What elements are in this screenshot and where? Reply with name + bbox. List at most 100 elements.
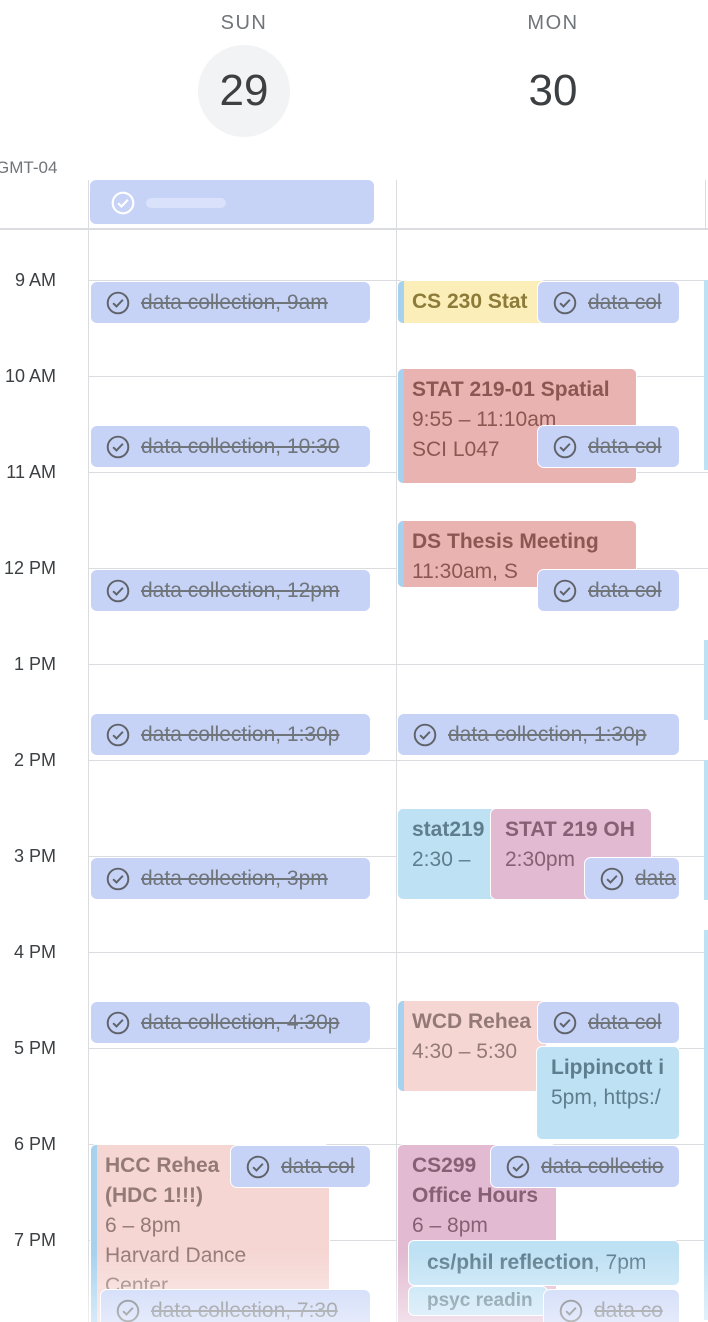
event-title: stat219 <box>412 818 485 841</box>
event-cs230[interactable]: CS 230 Stat <box>397 280 547 324</box>
column-divider <box>705 180 706 230</box>
redacted-title <box>146 198 226 208</box>
hour-label: 12 PM <box>3 558 56 578</box>
hour-gridline <box>88 952 708 953</box>
check-circle-icon <box>245 1154 271 1180</box>
hour-label: 9 AM <box>14 270 56 290</box>
check-circle-icon <box>105 722 131 748</box>
event-time: , 7pm <box>593 1251 647 1274</box>
event-time: 5pm, https:/ <box>551 1086 661 1109</box>
check-circle-icon <box>105 866 131 892</box>
event-wcd-rehearsal[interactable]: WCD Rehea 4:30 – 5:30 <box>397 1000 547 1092</box>
day-number[interactable]: 30 <box>507 45 599 137</box>
event-title: DS Thesis Meeting <box>412 530 599 553</box>
check-circle-icon <box>599 866 625 892</box>
next-day-event-edge <box>704 760 708 900</box>
day-of-week: SUN <box>220 12 268 34</box>
event-title: Lippincott i <box>551 1056 665 1079</box>
hour-label: 3 PM <box>13 846 56 866</box>
task-title: data col <box>588 1010 662 1034</box>
day-number[interactable]: 29 <box>198 45 290 137</box>
task-title: data col <box>588 290 662 314</box>
event-stat219-lab[interactable]: stat219 2:30 – <box>397 808 497 900</box>
check-circle-icon <box>105 1010 131 1036</box>
timezone-label: GMT-04 <box>0 158 58 177</box>
mon-task-chip[interactable]: data co <box>543 1289 680 1322</box>
check-circle-icon <box>105 434 131 460</box>
event-color-bar <box>398 369 404 483</box>
event-color-bar <box>398 1001 404 1091</box>
check-circle-icon <box>552 290 578 316</box>
event-psyc-reading[interactable]: psyc readin <box>408 1286 548 1316</box>
check-circle-icon <box>105 290 131 316</box>
check-circle-icon <box>412 722 438 748</box>
next-day-event-edge <box>704 280 708 470</box>
sun-task-chip[interactable]: data collection, 9am <box>90 281 371 324</box>
event-title: STAT 219 OH <box>505 818 635 841</box>
mon-task-chip[interactable]: data col <box>537 281 680 324</box>
check-circle-icon <box>505 1154 531 1180</box>
task-title: data collection, 7:30 <box>151 1298 338 1322</box>
sun-task-chip[interactable]: data collection, 12pm <box>90 569 371 612</box>
mon-task-chip[interactable]: data col <box>537 1001 680 1044</box>
hour-label: 5 PM <box>13 1038 56 1058</box>
check-circle-icon <box>552 434 578 460</box>
sun-task-chip[interactable]: data collection, 1:30p <box>90 713 371 756</box>
task-title: data collection, 3pm <box>141 866 328 890</box>
event-title: cs/phil reflection <box>427 1251 594 1274</box>
hour-label: 1 PM <box>13 654 56 674</box>
check-circle-icon <box>552 578 578 604</box>
task-title: data collection, 10:30 <box>141 434 340 458</box>
check-circle-icon <box>115 1298 141 1322</box>
event-color-bar <box>398 521 404 587</box>
check-circle-icon <box>552 1010 578 1036</box>
hour-label: 6 PM <box>13 1134 56 1154</box>
mon-task-chip[interactable]: data collection, 1:30p <box>397 713 680 756</box>
event-color-bar <box>398 281 404 323</box>
event-lippincott[interactable]: Lippincott i 5pm, https:/ <box>536 1046 680 1140</box>
day-of-week: MON <box>527 12 579 34</box>
event-location: Harvard Dance <box>105 1244 247 1267</box>
sun-task-chip[interactable]: data collection, 4:30p <box>90 1001 371 1044</box>
event-time: 4:30 – 5:30 <box>412 1040 518 1063</box>
hour-label: 7 PM <box>13 1230 56 1250</box>
event-title: WCD Rehea <box>412 1010 532 1033</box>
event-time: 2:30 – <box>412 848 471 871</box>
hour-gridline <box>88 664 708 665</box>
mon-task-chip[interactable]: data collectio <box>490 1145 680 1188</box>
event-title: STAT 219-01 Spatial <box>412 378 610 401</box>
mon-task-chip[interactable]: data col <box>537 569 680 612</box>
check-circle-icon <box>558 1298 584 1322</box>
task-title: data collection, 1:30p <box>448 722 647 746</box>
hour-label: 4 PM <box>13 942 56 962</box>
mon-task-chip[interactable]: data col <box>537 425 680 468</box>
task-title: data co <box>594 1298 663 1322</box>
task-title: data collection, 12pm <box>141 578 340 602</box>
next-day-event-edge <box>704 640 708 720</box>
hour-label: 2 PM <box>13 750 56 770</box>
sun-task-chip[interactable]: data col <box>230 1145 371 1188</box>
all-day-task[interactable] <box>90 180 374 224</box>
task-title: data collection, 1:30p <box>141 722 340 746</box>
task-title: data collection, 4:30p <box>141 1010 340 1034</box>
task-title: data col <box>281 1154 355 1178</box>
task-title: data <box>635 866 676 890</box>
check-circle-icon <box>105 578 131 604</box>
event-time: 6 – 8pm <box>105 1214 181 1237</box>
sun-task-chip[interactable]: data collection, 3pm <box>90 857 371 900</box>
sun-task-chip[interactable]: data collection, 10:30 <box>90 425 371 468</box>
hour-label: 10 AM <box>4 366 56 386</box>
task-title: data col <box>588 434 662 458</box>
event-title: CS 230 Stat <box>412 290 528 313</box>
event-time: 6 – 8pm <box>412 1214 488 1237</box>
sun-task-chip[interactable]: data collection, 7:30 <box>100 1289 371 1322</box>
day-header-mon[interactable]: MON 30 <box>507 0 599 137</box>
column-divider <box>88 180 89 1322</box>
event-title: psyc readin <box>427 1290 533 1311</box>
task-title: data col <box>588 578 662 602</box>
mon-task-chip[interactable]: data <box>584 857 680 900</box>
task-title: data collection, 9am <box>141 290 328 314</box>
day-header-sun[interactable]: SUN 29 <box>198 0 290 137</box>
event-color-bar <box>91 1145 97 1322</box>
event-cs-phil-reflection[interactable]: cs/phil reflection, 7pm <box>408 1240 680 1286</box>
